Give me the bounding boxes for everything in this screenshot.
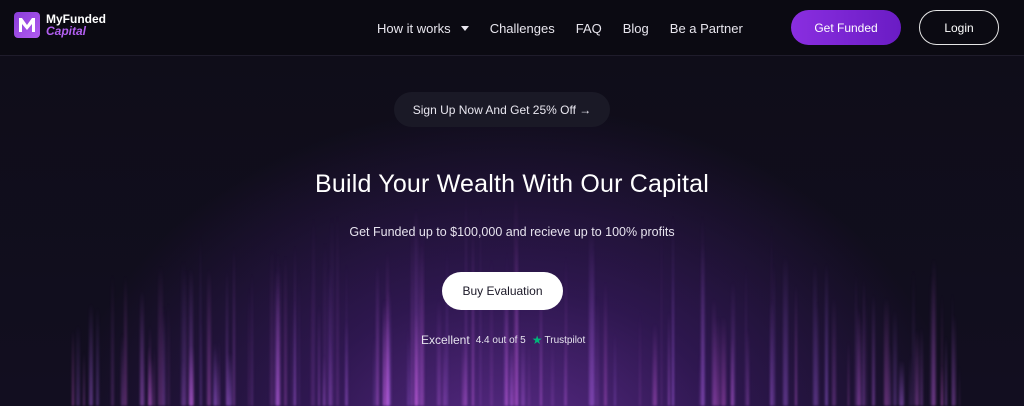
logo-text: MyFunded Capital xyxy=(46,13,106,37)
hero-subtitle: Get Funded up to $100,000 and recieve up… xyxy=(349,225,675,239)
trustpilot-brand: ★ Trustpilot xyxy=(532,333,586,347)
nav-blog[interactable]: Blog xyxy=(623,21,649,36)
buy-evaluation-button[interactable]: Buy Evaluation xyxy=(442,272,563,310)
nav-how-it-works[interactable]: How it works xyxy=(377,21,469,36)
page: MyFunded Capital How it works Challenges… xyxy=(0,0,1024,406)
trustpilot-label: Trustpilot xyxy=(544,334,586,346)
nav-be-a-partner[interactable]: Be a Partner xyxy=(670,21,743,36)
nav-faq[interactable]: FAQ xyxy=(576,21,602,36)
trustpilot-rating[interactable]: Excellent 4.4 out of 5 ★ Trustpilot xyxy=(421,333,585,347)
nav-be-a-partner-label: Be a Partner xyxy=(669,20,743,36)
logo-mark-icon xyxy=(14,12,40,38)
login-button[interactable]: Login xyxy=(919,10,999,45)
caret-down-icon xyxy=(460,25,469,31)
nav-faq-label: FAQ xyxy=(575,20,602,36)
promo-pill-button[interactable]: Sign Up Now And Get 25% Off → xyxy=(394,92,610,127)
trust-rating: 4.4 out of 5 xyxy=(475,334,526,346)
nav-challenges-label: Challenges xyxy=(489,20,555,36)
get-funded-button[interactable]: Get Funded xyxy=(791,10,901,45)
trustpilot-star-icon: ★ xyxy=(531,333,543,347)
site-header: MyFunded Capital How it works Challenges… xyxy=(0,0,1024,56)
hero-title: Build Your Wealth With Our Capital xyxy=(314,170,710,198)
logo[interactable]: MyFunded Capital xyxy=(14,12,106,38)
nav-challenges[interactable]: Challenges xyxy=(490,21,555,36)
nav-how-it-works-label: How it works xyxy=(377,20,451,36)
nav-blog-label: Blog xyxy=(622,20,649,36)
trust-excellent: Excellent xyxy=(421,333,470,347)
logo-line2: Capital xyxy=(46,24,87,38)
main-nav: How it works Challenges FAQ Blog Be a Pa… xyxy=(377,0,743,56)
